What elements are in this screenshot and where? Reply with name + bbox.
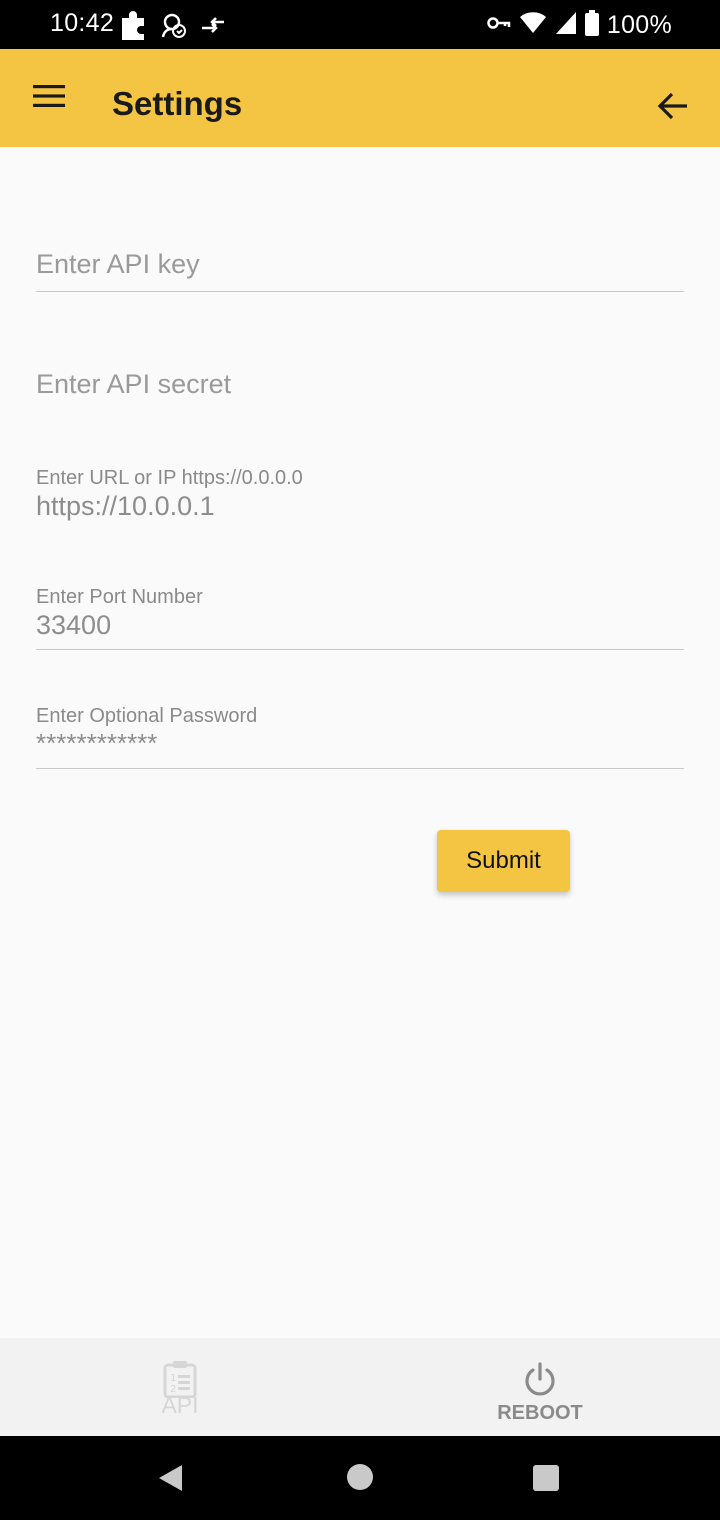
battery-icon (584, 10, 599, 41)
url-field-value[interactable]: https://10.0.0.1 (36, 490, 684, 522)
nav-item-api[interactable]: 1 2 API (0, 1338, 360, 1436)
status-bar: 10:42 100% (0, 0, 720, 49)
app-bar: Settings (0, 49, 720, 147)
menu-button[interactable] (22, 79, 76, 117)
port-field-label: Enter Port Number (36, 586, 203, 608)
back-triangle-icon[interactable] (158, 1464, 184, 1497)
api-secret-placeholder: Enter API secret (36, 369, 232, 399)
data-transfer-icon (200, 14, 226, 41)
api-secret-field[interactable]: Enter API secret (36, 360, 684, 420)
page-title: Settings (112, 85, 243, 122)
api-key-placeholder: Enter API key (36, 249, 200, 279)
back-button[interactable] (650, 85, 696, 131)
password-field-label: Enter Optional Password (36, 705, 258, 727)
url-field-label: Enter URL or IP https://0.0.0.0 (36, 467, 303, 489)
password-underline (36, 768, 684, 769)
svg-text:1: 1 (170, 1373, 176, 1384)
port-field-value[interactable]: 33400 (36, 609, 684, 641)
api-key-underline (36, 291, 684, 292)
status-time: 10:42 (50, 9, 115, 37)
system-navigation-bar (0, 1436, 720, 1520)
puzzle-icon (120, 10, 148, 45)
vpn-key-icon (487, 15, 511, 36)
nav-label-reboot: REBOOT (497, 1402, 583, 1424)
sync-account-icon (160, 11, 188, 44)
bottom-navigation: 1 2 API REBOOT (0, 1338, 720, 1436)
url-field[interactable]: Enter URL or IP https://0.0.0.0 https://… (36, 466, 684, 536)
password-field-value[interactable]: ************ (36, 728, 684, 758)
hamburger-menu-icon (33, 84, 65, 113)
battery-percent: 100% (606, 11, 672, 39)
cell-signal-icon (555, 11, 577, 40)
power-icon (522, 1360, 558, 1398)
api-key-field[interactable]: Enter API key (36, 240, 684, 300)
password-field[interactable]: Enter Optional Password ************ (36, 704, 684, 774)
port-field[interactable]: Enter Port Number 33400 (36, 585, 684, 655)
port-underline (36, 649, 684, 650)
nav-item-reboot[interactable]: REBOOT (360, 1338, 720, 1436)
recents-square-icon[interactable] (533, 1465, 559, 1491)
home-circle-icon[interactable] (347, 1464, 373, 1490)
arrow-back-icon (657, 92, 689, 125)
nav-label-api: API (161, 1392, 199, 1418)
wifi-icon (519, 11, 547, 40)
submit-button[interactable]: Submit (437, 830, 570, 892)
